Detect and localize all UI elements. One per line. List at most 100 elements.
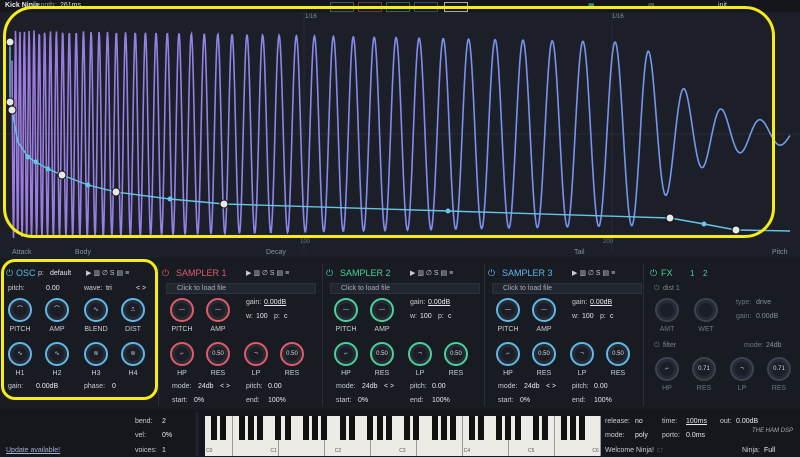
- black-key[interactable]: [569, 416, 576, 440]
- out-value[interactable]: 0.00dB: [736, 418, 758, 425]
- sampler-w-value[interactable]: 100: [420, 313, 432, 320]
- sampler1-toggle-button[interactable]: [358, 2, 382, 12]
- power-icon[interactable]: ⏻: [488, 268, 495, 279]
- sampler-w-value[interactable]: 100: [256, 313, 268, 320]
- fx-wet-knob[interactable]: [694, 298, 718, 322]
- osc-phase-value[interactable]: 0: [112, 383, 116, 390]
- black-key[interactable]: [312, 416, 319, 440]
- sampler-amp-knob[interactable]: —: [532, 298, 556, 322]
- waveform-display[interactable]: 1/16 1/16 100 200: [0, 12, 800, 258]
- black-key[interactable]: [257, 416, 263, 440]
- load-file-field[interactable]: Click to load file: [330, 283, 480, 294]
- bend-value[interactable]: 2: [162, 418, 166, 425]
- osc-gain-value[interactable]: 0.00dB: [36, 383, 58, 390]
- sampler-pitch-knob[interactable]: —: [170, 298, 194, 322]
- sampler-mode-value[interactable]: 24db: [198, 383, 214, 390]
- sampler-start-value[interactable]: 0%: [358, 397, 368, 404]
- power-icon[interactable]: ⏻: [650, 268, 657, 279]
- osc-wave-arrows[interactable]: < >: [136, 285, 146, 292]
- sampler-res2-knob[interactable]: 0.50: [606, 342, 630, 366]
- fx-amt-knob[interactable]: [655, 298, 679, 322]
- waveform-canvas[interactable]: [0, 12, 800, 258]
- black-key[interactable]: [220, 416, 227, 440]
- black-key[interactable]: [496, 416, 503, 440]
- sampler-hp-knob[interactable]: ⌐: [334, 342, 358, 366]
- sampler-res1-knob[interactable]: 0.50: [206, 342, 230, 366]
- envelope-point[interactable]: [33, 159, 39, 165]
- sampler-hp-knob[interactable]: ⌐: [170, 342, 194, 366]
- black-key[interactable]: [413, 416, 420, 440]
- black-key[interactable]: [238, 416, 245, 440]
- black-key[interactable]: [404, 416, 411, 440]
- fx-res2-knob[interactable]: 0.71: [767, 357, 791, 381]
- sampler-mode-arrows[interactable]: < >: [546, 383, 556, 390]
- power-icon[interactable]: ⏻: [654, 285, 660, 293]
- sampler-pitch-knob[interactable]: —: [334, 298, 358, 322]
- black-key[interactable]: [349, 416, 355, 440]
- black-key[interactable]: [450, 416, 457, 440]
- envelope-point[interactable]: [25, 154, 31, 160]
- black-key[interactable]: [247, 416, 254, 440]
- power-icon[interactable]: ⏻: [326, 268, 333, 279]
- envelope-point[interactable]: [5, 97, 15, 107]
- ninja-value[interactable]: Full: [764, 447, 775, 454]
- fx-lp-knob[interactable]: ¬: [730, 357, 754, 381]
- black-key[interactable]: [477, 416, 484, 440]
- osc-toggle-button[interactable]: [330, 2, 354, 12]
- black-key[interactable]: [211, 416, 217, 440]
- osc-h1-knob[interactable]: ∿: [8, 342, 32, 366]
- black-key[interactable]: [385, 416, 392, 440]
- black-key[interactable]: [303, 416, 309, 440]
- envelope-point[interactable]: [111, 187, 121, 197]
- sampler-hp-knob[interactable]: ⌐: [496, 342, 520, 366]
- grid-icon[interactable]: ▦: [588, 2, 595, 10]
- sampler-mode-value[interactable]: 24db: [524, 383, 540, 390]
- sampler-mode-arrows[interactable]: < >: [384, 383, 394, 390]
- env-tab-body[interactable]: Body: [75, 249, 91, 256]
- envelope-point[interactable]: [167, 196, 173, 202]
- power-icon[interactable]: ⏻: [162, 268, 169, 279]
- length-value[interactable]: 261ms: [60, 2, 81, 9]
- envelope-point[interactable]: [701, 221, 707, 227]
- sampler-p-value[interactable]: c: [448, 313, 452, 320]
- preset-name[interactable]: init: [718, 2, 727, 9]
- envelope-point[interactable]: [665, 213, 675, 223]
- envelope-point[interactable]: [57, 170, 67, 180]
- osc-h2-knob[interactable]: ∿: [45, 342, 69, 366]
- power-icon[interactable]: ⏻: [654, 342, 660, 350]
- voices-value[interactable]: 1: [162, 447, 166, 454]
- load-file-field[interactable]: Click to load file: [166, 283, 316, 294]
- osc-wave-value[interactable]: tri: [106, 285, 112, 292]
- sampler-end-value[interactable]: 100%: [594, 397, 612, 404]
- sampler-res1-knob[interactable]: 0.50: [370, 342, 394, 366]
- envelope-point[interactable]: [5, 37, 15, 47]
- sampler-p-value[interactable]: c: [284, 313, 288, 320]
- sampler-res2-knob[interactable]: 0.50: [444, 342, 468, 366]
- envelope-point[interactable]: [7, 105, 17, 115]
- sampler-pitch-value[interactable]: 0.00: [432, 383, 446, 390]
- sampler-end-value[interactable]: 100%: [268, 397, 286, 404]
- fx-hp-knob[interactable]: ⌐: [655, 357, 679, 381]
- osc-p-value[interactable]: default: [50, 270, 71, 277]
- black-key[interactable]: [321, 416, 328, 440]
- sampler2-toggle-button[interactable]: [386, 2, 410, 12]
- fx-mode-value[interactable]: 24db: [766, 342, 782, 349]
- sampler-gain-value[interactable]: 0.00dB: [428, 299, 450, 306]
- osc-h3-knob[interactable]: ≋: [84, 342, 108, 366]
- black-key[interactable]: [367, 416, 374, 440]
- time-value[interactable]: 100ms: [686, 418, 707, 425]
- envelope-point[interactable]: [45, 166, 51, 172]
- sampler-w-value[interactable]: 100: [582, 313, 594, 320]
- release-value[interactable]: no: [635, 418, 643, 425]
- sampler-lp-knob[interactable]: ¬: [244, 342, 268, 366]
- piano-keyboard[interactable]: C0 C1 C2 C3 C4 C5 C6 C7: [205, 410, 663, 457]
- black-key[interactable]: [468, 416, 475, 440]
- sampler-end-value[interactable]: 100%: [432, 397, 450, 404]
- black-key[interactable]: [339, 416, 346, 440]
- osc-toolbar-icons[interactable]: ▶ ▥ ∅ S ▤ ≡: [86, 269, 129, 277]
- sampler-pitch-value[interactable]: 0.00: [594, 383, 608, 390]
- osc-pitch-value[interactable]: 0.00: [46, 285, 60, 292]
- pitch-wheel[interactable]: [195, 412, 199, 456]
- osc-dist-knob[interactable]: ⎍: [121, 298, 145, 322]
- vel-value[interactable]: 0%: [162, 432, 172, 439]
